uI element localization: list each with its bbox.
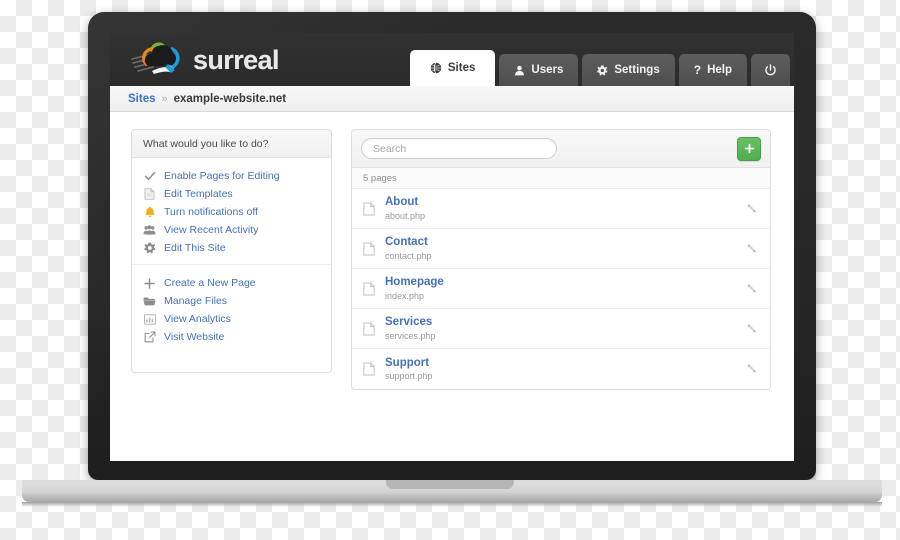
check-icon [143, 170, 156, 182]
pencil-icon[interactable] [744, 322, 760, 336]
folder-icon [143, 296, 156, 307]
page-list: About about.php Contact contact.php Home… [352, 189, 770, 389]
pages-panel: 5 pages About about.php [351, 129, 771, 390]
laptop-base-notch [386, 480, 514, 489]
sidebar-item-view-analytics[interactable]: View Analytics [132, 310, 331, 328]
actions-group-secondary: Create a New Page Manage Files View Anal… [132, 264, 331, 353]
actions-panel-header: What would you like to do? [132, 130, 331, 158]
table-row[interactable]: About about.php [352, 189, 770, 229]
page-info: Services services.php [385, 315, 744, 342]
sidebar-item-enable-pages-for-editing[interactable]: Enable Pages for Editing [132, 167, 331, 185]
page-title[interactable]: Contact [385, 235, 744, 249]
file-icon [363, 281, 376, 296]
sidebar-item-label: Create a New Page [164, 277, 256, 289]
table-row[interactable]: Homepage index.php [352, 269, 770, 309]
sidebar-item-label: Manage Files [164, 295, 228, 307]
breadcrumb-separator: » [161, 92, 168, 105]
page-title[interactable]: Support [385, 356, 744, 370]
sidebar-item-manage-files[interactable]: Manage Files [132, 292, 331, 310]
page-info: Contact contact.php [385, 235, 744, 262]
breadcrumb-root-link[interactable]: Sites [128, 93, 156, 105]
gear-icon [143, 242, 156, 254]
page-filename: about.php [385, 210, 426, 221]
table-row[interactable]: Contact contact.php [352, 229, 770, 269]
file-icon [363, 321, 376, 336]
page-filename: contact.php [385, 250, 432, 261]
add-page-button[interactable] [737, 136, 761, 161]
sidebar-item-label: Edit This Site [164, 242, 226, 254]
tab-users-label: Users [531, 64, 564, 76]
question-mark-icon: ? [693, 63, 702, 77]
page-title[interactable]: About [385, 195, 744, 209]
pencil-icon[interactable] [744, 362, 760, 376]
sidebar-item-label: View Recent Activity [164, 224, 259, 236]
document-icon [143, 188, 156, 200]
pages-toolbar [352, 130, 770, 169]
actions-panel: What would you like to do? Enable Pages … [131, 129, 332, 373]
page-info: Support support.php [385, 356, 744, 383]
globe-icon [430, 62, 442, 74]
page-title[interactable]: Services [385, 315, 744, 329]
pages-count: 5 pages [352, 168, 770, 189]
sidebar-item-label: Enable Pages for Editing [164, 170, 280, 182]
file-icon [363, 201, 376, 216]
tab-help-label: Help [707, 64, 732, 76]
tab-settings[interactable]: Settings [582, 54, 675, 86]
laptop-base-shadow [22, 502, 882, 507]
user-icon [514, 65, 525, 76]
external-link-icon [143, 331, 156, 343]
sidebar-item-label: Turn notifications off [164, 206, 258, 218]
breadcrumb: Sites » example-website.net [110, 86, 794, 112]
sidebar-item-visit-website[interactable]: Visit Website [132, 328, 331, 346]
sidebar-item-edit-templates[interactable]: Edit Templates [132, 185, 331, 203]
plus-icon [744, 143, 754, 154]
group-icon [143, 224, 156, 236]
sidebar-item-label: Edit Templates [164, 188, 233, 200]
tab-help[interactable]: ? Help [678, 54, 747, 86]
nav-tabs: Sites Users Settings ? Help [409, 50, 790, 86]
power-button[interactable] [751, 54, 790, 86]
sidebar-item-edit-this-site[interactable]: Edit This Site [132, 239, 331, 257]
app-body: What would you like to do? Enable Pages … [110, 112, 794, 461]
cloud-paintbrush-logo-icon [131, 42, 180, 74]
page-filename: index.php [385, 290, 425, 301]
screen-viewport: surreal Sites Users Settings ? Help Site… [110, 33, 794, 461]
breadcrumb-current: example-website.net [173, 92, 287, 105]
table-row[interactable]: Support support.php [352, 349, 770, 389]
app-header: surreal Sites Users Settings ? Help [110, 33, 794, 86]
pencil-icon[interactable] [744, 282, 760, 296]
page-info: About about.php [385, 195, 744, 222]
page-title[interactable]: Homepage [385, 275, 744, 289]
sidebar-item-label: View Analytics [164, 313, 231, 325]
pencil-icon[interactable] [744, 242, 760, 256]
sidebar-item-view-recent-activity[interactable]: View Recent Activity [132, 221, 331, 239]
brand-logo[interactable]: surreal [128, 39, 279, 81]
search-input[interactable] [361, 138, 557, 160]
file-icon [363, 241, 376, 256]
brand-name: surreal [193, 44, 279, 75]
page-info: Homepage index.php [385, 275, 744, 302]
tab-sites[interactable]: Sites [409, 50, 496, 86]
gear-icon [597, 65, 608, 76]
page-filename: support.php [385, 371, 433, 382]
chart-image-icon [143, 313, 156, 325]
actions-group-primary: Enable Pages for Editing Edit Templates [132, 158, 331, 264]
tab-settings-label: Settings [614, 64, 660, 76]
sidebar-item-turn-notifications-off[interactable]: Turn notifications off [132, 203, 331, 221]
table-row[interactable]: Services services.php [352, 309, 770, 349]
tab-sites-label: Sites [447, 62, 476, 74]
power-icon [764, 63, 777, 77]
pencil-icon[interactable] [744, 202, 760, 216]
page-filename: services.php [385, 330, 436, 341]
file-icon [363, 362, 376, 376]
sidebar-item-create-a-new-page[interactable]: Create a New Page [132, 274, 331, 292]
plus-icon [143, 277, 156, 289]
bell-icon [143, 206, 156, 218]
laptop-mockup: surreal Sites Users Settings ? Help Site… [0, 0, 900, 540]
tab-users[interactable]: Users [499, 54, 579, 86]
sidebar-item-label: Visit Website [164, 331, 225, 343]
